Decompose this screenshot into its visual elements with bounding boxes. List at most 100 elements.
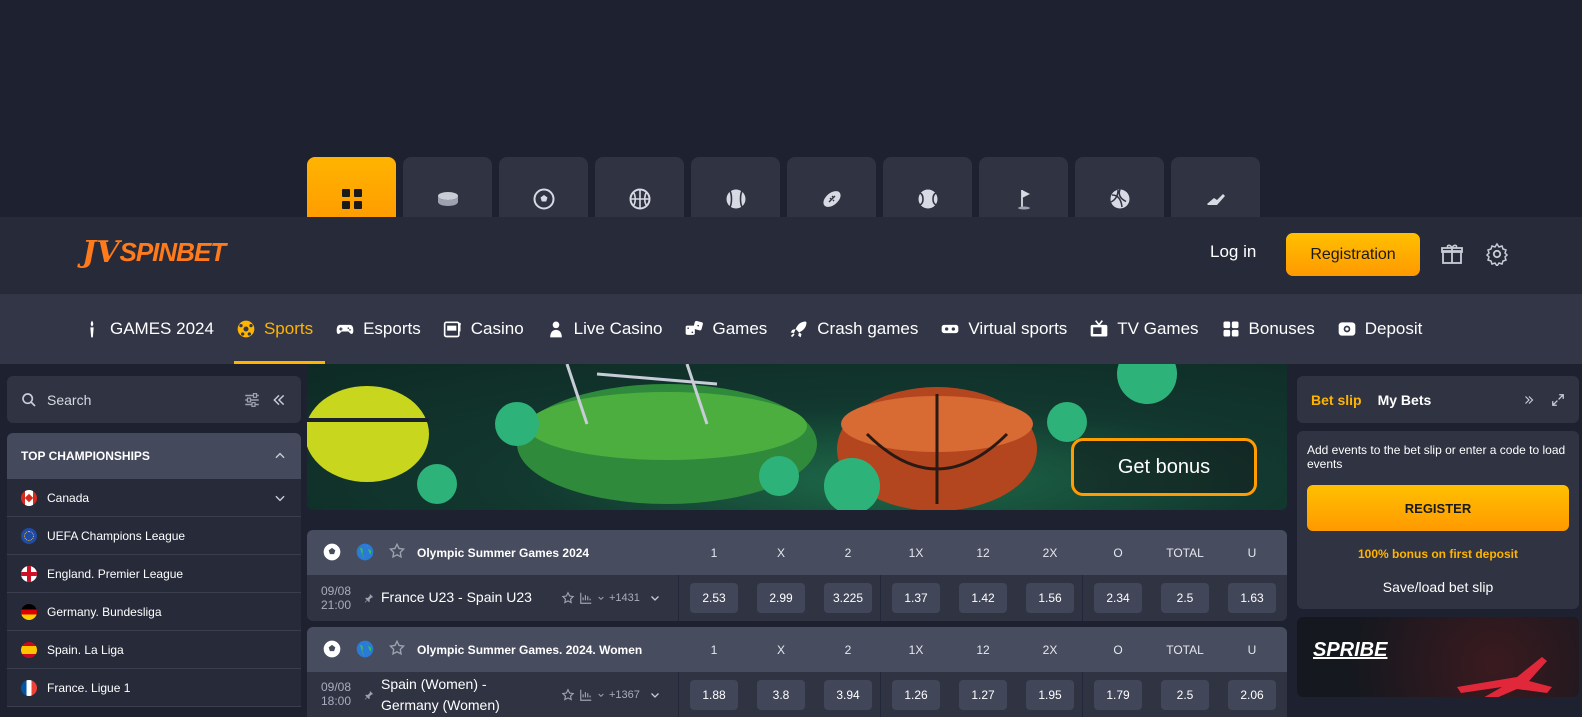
basketball-icon [629,188,650,210]
register-button[interactable]: REGISTER [1307,485,1569,531]
champ-item-epl[interactable]: England. Premier League [7,555,301,593]
odd-x[interactable]: 3.8 [757,680,805,710]
tile-baseball[interactable] [691,157,780,217]
event-teams[interactable]: Spain (Women) - Germany (Women) [381,674,541,716]
odd-2[interactable]: 3.225 [824,583,872,613]
odd-1[interactable]: 2.53 [690,583,738,613]
chevron-down-icon[interactable] [273,491,287,505]
tile-volleyball[interactable] [1075,157,1164,217]
markets-count[interactable]: +1431 [609,592,640,604]
odd-2x[interactable]: 1.95 [1026,680,1074,710]
col-label-x: X [776,642,785,657]
expand-chevron-icon[interactable] [649,689,661,701]
champ-label: France. Ligue 1 [47,680,131,695]
col-label-12: 12 [976,642,990,657]
chevron-up-icon[interactable] [273,449,287,463]
tile-tennis[interactable] [883,157,972,217]
tile-golf[interactable] [979,157,1068,217]
champ-item-canada[interactable]: Canada [7,479,301,517]
nav-games-2024[interactable]: GAMES 2024 [82,294,214,364]
tile-all-sports[interactable] [307,157,396,217]
promo-banner[interactable]: Get bonus [307,364,1287,510]
nav-crash-games[interactable]: Crash games [789,294,918,364]
odd-total[interactable]: 2.5 [1161,680,1209,710]
event-meta: +1367 [561,688,640,702]
left-sidebar: Search TOP CHAMPIONSHIPS Canada UEFA Cha… [7,376,301,707]
tab-bet-slip[interactable]: Bet slip [1311,392,1362,408]
event-row[interactable]: 09/08 21:00 France U23 - Spain U23 +1431… [307,575,1287,621]
expand-chevron-icon[interactable] [649,592,661,604]
pin-icon[interactable] [364,593,374,603]
odd-2x[interactable]: 1.56 [1026,583,1074,613]
double-chevron-right-icon[interactable] [1523,394,1535,406]
stats-chart-icon[interactable] [579,591,593,605]
search-bar[interactable]: Search [7,376,301,423]
odd-1[interactable]: 1.88 [690,680,738,710]
nav-deposit[interactable]: Deposit [1337,294,1422,364]
nav-bonuses[interactable]: Bonuses [1221,294,1315,364]
star-icon[interactable] [388,639,406,657]
search-input[interactable]: Search [47,392,91,408]
champ-item-laliga[interactable]: Spain. La Liga [7,631,301,669]
save-load-bet-slip-link[interactable]: Save/load bet slip [1307,579,1569,595]
nav-casino[interactable]: Casino [443,294,524,364]
pin-icon[interactable] [364,690,374,700]
event-group-olympic-2024: Olympic Summer Games 2024 1 X 2 1X 12 2X… [307,530,1287,621]
top-championships-header[interactable]: TOP CHAMPIONSHIPS [7,433,301,479]
odd-under[interactable]: 1.63 [1228,583,1276,613]
volleyball-icon [1110,189,1129,209]
nav-games[interactable]: Games [684,294,767,364]
tile-basketball[interactable] [595,157,684,217]
tab-my-bets[interactable]: My Bets [1378,392,1432,408]
login-link[interactable]: Log in [1210,242,1256,262]
nav-live-casino[interactable]: Live Casino [546,294,662,364]
spinbet-logo[interactable]: JV SPINBET [82,235,226,270]
event-time: 18:00 [321,694,352,708]
champ-item-ucl[interactable]: UEFA Champions League [7,517,301,555]
get-bonus-button[interactable]: Get bonus [1071,438,1257,496]
odd-x[interactable]: 2.99 [757,583,805,613]
tile-american-football[interactable] [787,157,876,217]
col-label-1x: 1X [908,642,924,657]
odd-1x[interactable]: 1.37 [892,583,940,613]
col-label-2: 2 [844,642,852,657]
champ-item-ligue1[interactable]: France. Ligue 1 [7,669,301,707]
bet-slip-info: Add events to the bet slip or enter a co… [1307,443,1566,471]
gear-icon[interactable] [1485,242,1509,266]
nav-tv-games[interactable]: TV Games [1089,294,1199,364]
tile-soccer[interactable] [499,157,588,217]
odd-2[interactable]: 3.94 [824,680,872,710]
column-divider [1082,575,1083,621]
odd-over[interactable]: 1.79 [1094,680,1142,710]
collapse-sidebar-icon[interactable] [271,392,287,408]
odd-1x[interactable]: 1.26 [892,680,940,710]
champ-item-bundesliga[interactable]: Germany. Bundesliga [7,593,301,631]
odd-total[interactable]: 2.5 [1161,583,1209,613]
event-group-title: Olympic Summer Games 2024 [417,545,590,560]
star-icon[interactable] [561,591,575,605]
odd-over[interactable]: 2.34 [1094,583,1142,613]
star-icon[interactable] [561,688,575,702]
gift-icon[interactable] [1440,242,1464,266]
event-group-header: Olympic Summer Games. 2024. Women 1 X 2 … [307,627,1287,672]
nav-esports[interactable]: Esports [335,294,421,364]
star-icon[interactable] [388,542,406,560]
spribe-promo[interactable]: SPRIBE [1297,617,1579,697]
flag-france-icon [21,679,37,696]
nav-sports[interactable]: Sports [233,294,326,364]
stats-chart-icon[interactable] [579,688,593,702]
tile-athletics[interactable] [1171,157,1260,217]
odd-12[interactable]: 1.42 [959,583,1007,613]
tile-hockey[interactable] [403,157,492,217]
markets-count[interactable]: +1367 [609,689,640,701]
champ-label: Canada [47,490,90,505]
odd-under[interactable]: 2.06 [1228,680,1276,710]
registration-button[interactable]: Registration [1286,233,1420,276]
nav-virtual-sports[interactable]: Virtual sports [940,294,1067,364]
event-teams[interactable]: France U23 - Spain U23 [381,587,532,608]
event-row[interactable]: 09/08 18:00 Spain (Women) - Germany (Wom… [307,672,1287,717]
column-divider [1082,672,1083,717]
filter-sliders-icon[interactable] [243,391,261,409]
odd-12[interactable]: 1.27 [959,680,1007,710]
expand-icon[interactable] [1551,393,1565,407]
